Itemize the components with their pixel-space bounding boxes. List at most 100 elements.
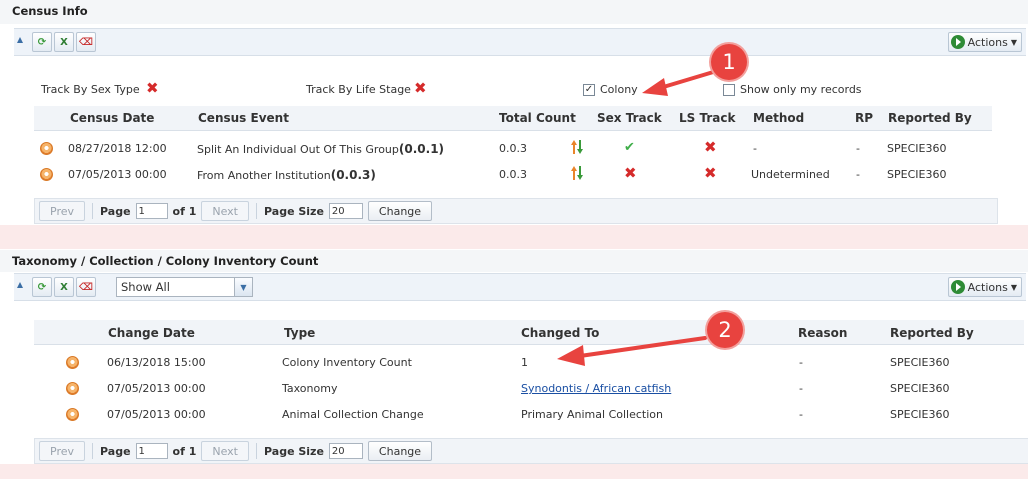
track-by-sex-label: Track By Sex Type	[41, 83, 140, 96]
annotation-arrow-2	[557, 336, 707, 366]
inv-row3-reported: SPECIE360	[890, 408, 950, 421]
track-by-life-x-icon: ✖	[414, 79, 427, 97]
of-label: of 1	[172, 204, 197, 218]
census-title: Census Info	[12, 4, 88, 18]
actions-play-icon	[950, 280, 965, 294]
inv-row1-type: Colony Inventory Count	[282, 356, 412, 369]
pdf-icon[interactable]: ⌫	[76, 277, 96, 297]
prev-button[interactable]: Prev	[39, 441, 85, 461]
inv-row3-changed: Primary Animal Collection	[521, 408, 663, 421]
census-row2-date: 07/05/2013 00:00	[68, 168, 167, 181]
excel-icon[interactable]: X	[54, 277, 74, 297]
pager-separator	[92, 443, 93, 459]
census-row2-total: 0.0.3	[499, 168, 527, 181]
page-size-input[interactable]: 20	[328, 203, 363, 219]
col-method[interactable]: Method	[753, 111, 804, 125]
actions-button[interactable]: Actions ▼	[947, 277, 1022, 297]
pdf-icon[interactable]: ⌫	[76, 32, 96, 52]
census-row1-date: 08/27/2018 12:00	[68, 142, 167, 155]
col-reason[interactable]: Reason	[798, 326, 847, 340]
refresh-icon[interactable]: ⟳	[32, 277, 52, 297]
panel-divider	[0, 225, 1028, 249]
inv-row2-date: 07/05/2013 00:00	[107, 382, 206, 395]
col-rp[interactable]: RP	[855, 111, 873, 125]
col-ls-track[interactable]: LS Track	[679, 111, 735, 125]
census-row1-total: 0.0.3	[499, 142, 527, 155]
census-row1-rp: -	[856, 142, 860, 155]
census-title-bar: Census Info	[0, 0, 1028, 24]
prev-button[interactable]: Prev	[39, 201, 85, 221]
row-detail-icon[interactable]	[66, 408, 79, 421]
chevron-down-icon: ▼	[1010, 37, 1017, 47]
chevron-down-icon[interactable]: ▼	[234, 278, 252, 296]
census-panel: Census Info ⟳ X ⌫ Actions ▼ Track By Sex…	[0, 0, 1028, 240]
inv-row2-changed-link[interactable]: Synodontis / African catfish	[521, 382, 671, 395]
inv-row2-type: Taxonomy	[282, 382, 338, 395]
inv-row3-reason: -	[799, 408, 803, 421]
col-reported-by[interactable]: Reported By	[890, 326, 974, 340]
change-button[interactable]: Change	[367, 201, 433, 221]
inv-row3-date: 07/05/2013 00:00	[107, 408, 206, 421]
track-by-life-label: Track By Life Stage	[306, 83, 411, 96]
bottom-band	[0, 464, 1028, 479]
pager-separator	[256, 203, 257, 219]
pager-separator	[92, 203, 93, 219]
inventory-panel: Taxonomy / Collection / Colony Inventory…	[0, 250, 1028, 479]
actions-label: Actions	[967, 280, 1008, 294]
actions-button[interactable]: Actions ▼	[947, 32, 1022, 52]
sort-arrows-icon[interactable]	[571, 166, 583, 180]
actions-label: Actions	[967, 35, 1008, 49]
collapse-icon[interactable]	[17, 37, 23, 43]
inv-row1-reported: SPECIE360	[890, 356, 950, 369]
row-detail-icon[interactable]	[66, 382, 79, 395]
colony-checkbox[interactable]: ✓	[583, 84, 595, 96]
page-input[interactable]: 1	[135, 203, 168, 219]
show-filter-value: Show All	[121, 280, 170, 294]
page-size-label: Page Size	[264, 444, 324, 458]
census-row2-method: Undetermined	[751, 168, 830, 181]
actions-play-icon	[950, 35, 965, 49]
inv-row1-date: 06/13/2018 15:00	[107, 356, 206, 369]
next-button[interactable]: Next	[201, 441, 249, 461]
ls-track-x-icon: ✖	[704, 164, 717, 182]
census-row2-rp: -	[856, 168, 860, 181]
chevron-down-icon: ▼	[1010, 282, 1017, 292]
col-census-date[interactable]: Census Date	[70, 111, 154, 125]
census-row2-reported: SPECIE360	[887, 168, 947, 181]
page-label: Page	[100, 204, 131, 218]
change-button[interactable]: Change	[367, 441, 433, 461]
track-by-sex-x-icon: ✖	[146, 79, 159, 97]
col-change-date[interactable]: Change Date	[108, 326, 195, 340]
inventory-toolbar: ⟳ X ⌫ Show All ▼ Actions ▼	[14, 273, 1026, 301]
row-detail-icon[interactable]	[40, 142, 53, 155]
census-pager: Prev Page 1 of 1 Next Page Size 20 Chang…	[34, 198, 998, 224]
page-label: Page	[100, 444, 131, 458]
inventory-title-bar: Taxonomy / Collection / Colony Inventory…	[0, 250, 1028, 272]
col-type[interactable]: Type	[284, 326, 315, 340]
only-mine-label: Show only my records	[740, 83, 862, 96]
sort-arrows-icon[interactable]	[571, 140, 583, 154]
inv-row1-changed: 1	[521, 356, 528, 369]
inv-row3-type: Animal Collection Change	[282, 408, 424, 421]
census-row1-reported: SPECIE360	[887, 142, 947, 155]
of-label: of 1	[172, 444, 197, 458]
col-reported-by[interactable]: Reported By	[888, 111, 972, 125]
col-sex-track[interactable]: Sex Track	[597, 111, 662, 125]
inv-row2-reported: SPECIE360	[890, 382, 950, 395]
census-row1-method: -	[753, 142, 757, 155]
next-button[interactable]: Next	[201, 201, 249, 221]
refresh-icon[interactable]: ⟳	[32, 32, 52, 52]
page-input[interactable]: 1	[135, 443, 168, 459]
collapse-icon[interactable]	[17, 282, 23, 288]
col-census-event[interactable]: Census Event	[198, 111, 289, 125]
row-detail-icon[interactable]	[66, 356, 79, 369]
row-detail-icon[interactable]	[40, 168, 53, 181]
census-toolbar: ⟳ X ⌫ Actions ▼	[14, 28, 1026, 56]
excel-icon[interactable]: X	[54, 32, 74, 52]
sex-track-x-icon: ✖	[624, 164, 637, 182]
inventory-title: Taxonomy / Collection / Colony Inventory…	[12, 254, 319, 268]
page-size-input[interactable]: 20	[328, 443, 363, 459]
show-filter-select[interactable]: Show All ▼	[116, 277, 253, 297]
col-total-count[interactable]: Total Count	[499, 111, 576, 125]
pager-separator	[256, 443, 257, 459]
